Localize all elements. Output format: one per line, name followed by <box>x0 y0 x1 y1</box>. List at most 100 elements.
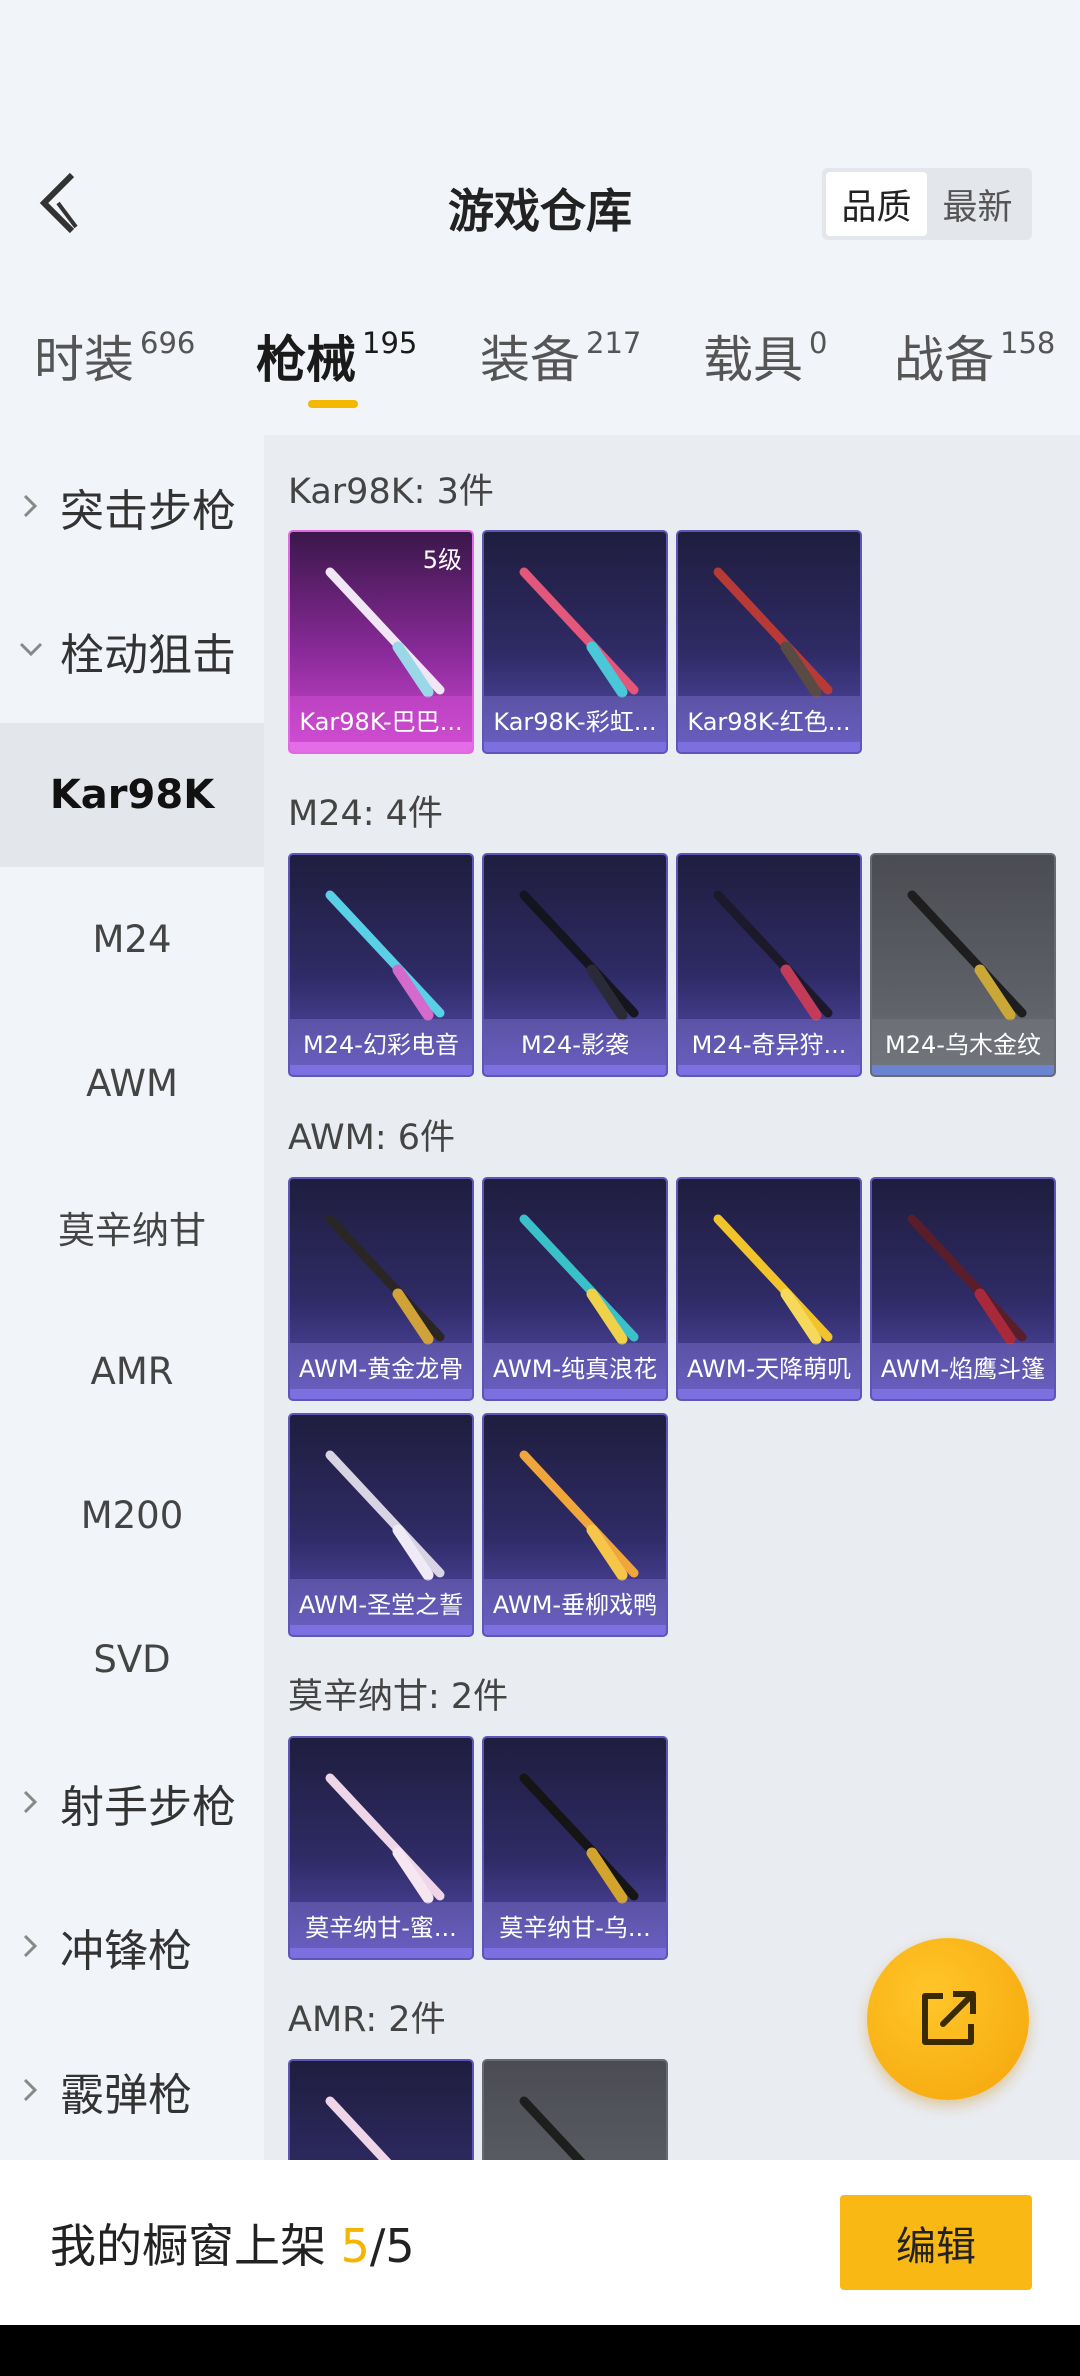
rifle-icon <box>519 890 639 1021</box>
rifle-icon <box>325 2096 392 2160</box>
weapon-card[interactable]: AWM-垂柳戏鸭 <box>482 1413 668 1637</box>
weapon-card[interactable]: 莫辛纳甘-乌... <box>482 1736 668 1960</box>
chevron-right-icon <box>23 494 38 518</box>
weapon-card[interactable]: AWM-天降萌叽 <box>676 1177 862 1401</box>
weapon-name: AWM-纯真浪花 <box>484 1343 666 1389</box>
header: 游戏仓库 品质 最新 <box>0 0 1080 290</box>
tab-firearms[interactable]: 枪械 195 <box>256 320 417 392</box>
weapon-name: AWM-圣堂之誓 <box>290 1579 472 1625</box>
tab-label: 时装 <box>34 331 134 389</box>
rarity-bar <box>872 1389 1054 1399</box>
sidebar-group-label: 霰弹枪 <box>60 2070 192 2121</box>
showcase-total: /5 <box>369 2219 415 2273</box>
rifle-icon <box>519 1214 639 1345</box>
sidebar-group-label: 栓动狙击 <box>60 630 236 681</box>
rifle-icon <box>325 1450 445 1581</box>
rifle-icon <box>325 1773 445 1904</box>
weapon-name: M24-乌木金纹 <box>872 1019 1054 1065</box>
sidebar-item-awm[interactable]: AWM <box>0 1011 264 1155</box>
rarity-bar <box>484 1948 666 1958</box>
tab-fashion[interactable]: 时装 696 <box>34 320 195 392</box>
rarity-bar <box>872 1065 1054 1075</box>
weapon-card[interactable]: Kar98K-彩虹... <box>482 530 668 754</box>
weapon-card[interactable]: AWM-圣堂之誓 <box>288 1413 474 1637</box>
sidebar-item-m200[interactable]: M200 <box>0 1443 264 1587</box>
weapon-card[interactable] <box>482 2059 668 2160</box>
rarity-bar <box>290 1065 472 1075</box>
tab-label: 战备 <box>894 331 994 389</box>
sidebar-group-marksman-rifle[interactable]: 射手步枪 <box>0 1731 264 1875</box>
category-tabs: 时装 696 枪械 195 装备 217 载具 0 战备 158 <box>0 320 1080 420</box>
rifle-icon <box>907 1214 1027 1345</box>
weapon-card[interactable]: M24-奇异狩... <box>676 853 862 1077</box>
rarity-bar <box>290 1625 472 1635</box>
rifle-icon <box>325 1214 445 1345</box>
chevron-down-icon <box>19 642 43 657</box>
sidebar-item-m24[interactable]: M24 <box>0 867 264 1011</box>
tab-count: 195 <box>362 326 418 360</box>
sort-newest-button[interactable]: 最新 <box>927 172 1028 236</box>
sidebar-item-svd[interactable]: SVD <box>0 1587 264 1731</box>
rarity-bar <box>678 1065 860 1075</box>
edit-button[interactable]: 编辑 <box>840 2195 1032 2290</box>
share-button[interactable] <box>867 1938 1029 2100</box>
weapon-name: AWM-垂柳戏鸭 <box>484 1579 666 1625</box>
tab-vehicles[interactable]: 载具 0 <box>703 320 827 392</box>
weapon-card[interactable] <box>288 2059 474 2160</box>
section-title: AMR: 2件 <box>288 2000 446 2040</box>
showcase-bar: 我的橱窗上架 5/5 编辑 <box>0 2160 1080 2325</box>
weapon-card[interactable]: 莫辛纳甘-蜜... <box>288 1736 474 1960</box>
weapon-type-sidebar: 突击步枪 栓动狙击 Kar98K M24 AWM 莫辛纳甘 AMR M200 S… <box>0 435 264 2160</box>
weapon-card[interactable]: AWM-纯真浪花 <box>482 1177 668 1401</box>
weapon-card[interactable]: Kar98K-红色... <box>676 530 862 754</box>
sidebar-item-mosin[interactable]: 莫辛纳甘 <box>0 1155 264 1299</box>
sidebar-group-shotgun[interactable]: 霰弹枪 <box>0 2019 264 2160</box>
rifle-icon <box>713 890 833 1021</box>
weapon-card[interactable]: M24-影袭 <box>482 853 668 1077</box>
section-title: 莫辛纳甘: 2件 <box>288 1677 509 1717</box>
sidebar-item-kar98k[interactable]: Kar98K <box>0 723 264 867</box>
rifle-icon <box>519 2096 586 2160</box>
rarity-bar <box>484 742 666 752</box>
tab-count: 0 <box>809 326 828 360</box>
weapon-card[interactable]: AWM-焰鹰斗篷 <box>870 1177 1056 1401</box>
weapon-card[interactable]: M24-乌木金纹 <box>870 853 1056 1077</box>
section-title: AWM: 6件 <box>288 1118 456 1158</box>
rarity-bar <box>290 742 472 752</box>
tab-label: 装备 <box>480 331 580 389</box>
weapon-name: AWM-天降萌叽 <box>678 1343 860 1389</box>
sidebar-group-label: 突击步枪 <box>60 486 236 537</box>
sidebar-group-bolt-sniper[interactable]: 栓动狙击 <box>0 579 264 723</box>
tab-count: 158 <box>1000 326 1056 360</box>
system-nav-bar <box>0 2325 1080 2376</box>
sort-quality-button[interactable]: 品质 <box>826 172 927 236</box>
weapon-card[interactable]: 5级 Kar98K-巴巴... <box>288 530 474 754</box>
rifle-icon <box>907 890 1027 1021</box>
weapon-name: AWM-焰鹰斗篷 <box>872 1343 1054 1389</box>
weapon-name: Kar98K-巴巴... <box>290 696 472 742</box>
weapon-name: AWM-黄金龙骨 <box>290 1343 472 1389</box>
section-title: Kar98K: 3件 <box>288 472 494 512</box>
tab-equipment[interactable]: 装备 217 <box>480 320 641 392</box>
weapon-name: Kar98K-红色... <box>678 696 860 742</box>
tab-label: 枪械 <box>256 331 356 389</box>
rarity-bar <box>484 1065 666 1075</box>
weapon-name: M24-奇异狩... <box>678 1019 860 1065</box>
weapon-card[interactable]: M24-幻彩电音 <box>288 853 474 1077</box>
rifle-icon <box>519 567 639 698</box>
showcase-label: 我的橱窗上架 <box>50 2219 326 2273</box>
tab-supplies[interactable]: 战备 158 <box>894 320 1055 392</box>
level-badge: 5级 <box>422 546 462 574</box>
showcase-current: 5 <box>340 2219 370 2273</box>
showcase-status: 我的橱窗上架 5/5 <box>50 2210 415 2276</box>
chevron-right-icon <box>23 1790 38 1814</box>
section-title: M24: 4件 <box>288 794 443 834</box>
sidebar-group-label: 冲锋枪 <box>60 1926 192 1977</box>
sidebar-group-assault-rifle[interactable]: 突击步枪 <box>0 435 264 579</box>
rarity-bar <box>678 1389 860 1399</box>
sidebar-group-smg[interactable]: 冲锋枪 <box>0 1875 264 2019</box>
rarity-bar <box>678 742 860 752</box>
sidebar-item-amr[interactable]: AMR <box>0 1299 264 1443</box>
weapon-name: 莫辛纳甘-乌... <box>484 1902 666 1948</box>
weapon-card[interactable]: AWM-黄金龙骨 <box>288 1177 474 1401</box>
